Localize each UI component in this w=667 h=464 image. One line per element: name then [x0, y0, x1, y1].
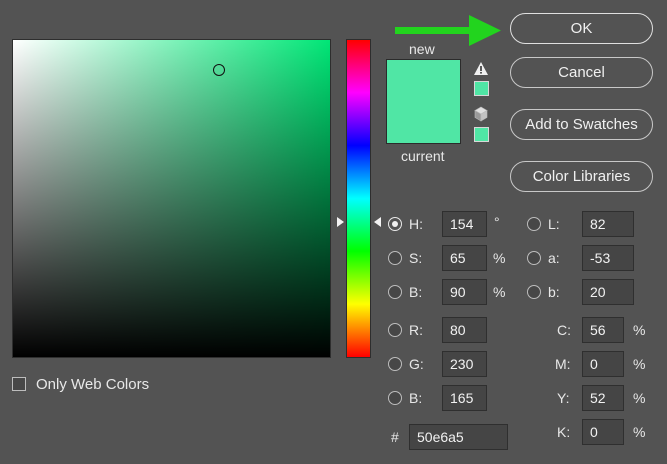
hue-slider-handle-left[interactable]	[337, 217, 344, 227]
black-unit: %	[633, 424, 646, 440]
red-input[interactable]: 80	[442, 317, 487, 343]
lab-a-input[interactable]: -53	[582, 245, 634, 271]
hue-slider-handle-right[interactable]	[374, 217, 381, 227]
lab-b-input[interactable]: 20	[582, 279, 634, 305]
web-safe-cube-icon[interactable]	[473, 106, 489, 125]
blue-input[interactable]: 165	[442, 385, 487, 411]
hue-slider[interactable]	[346, 39, 371, 358]
green-label: G:	[409, 356, 424, 372]
green-input[interactable]: 230	[442, 351, 487, 377]
add-to-swatches-button[interactable]: Add to Swatches	[510, 109, 653, 140]
out-of-gamut-warning-icon[interactable]	[473, 61, 489, 79]
lab-a-radio[interactable]	[527, 251, 541, 265]
hue-unit: °	[494, 214, 500, 230]
current-color-label: current	[401, 148, 445, 164]
lab-l-input[interactable]: 82	[582, 211, 634, 237]
green-radio[interactable]	[388, 357, 402, 371]
yellow-input[interactable]: 52	[582, 385, 624, 411]
web-safe-correction-swatch[interactable]	[474, 127, 489, 142]
hex-label: #	[391, 429, 399, 445]
yellow-label: Y:	[557, 390, 570, 406]
gamut-correction-swatch[interactable]	[474, 81, 489, 96]
blue-radio[interactable]	[388, 391, 402, 405]
cancel-button[interactable]: Cancel	[510, 57, 653, 88]
saturation-unit: %	[493, 250, 506, 266]
hue-radio[interactable]	[388, 217, 402, 231]
lab-l-radio[interactable]	[527, 217, 541, 231]
saturation-label: S:	[409, 250, 423, 266]
magenta-label: M:	[555, 356, 571, 372]
green-arrow-annotation	[395, 14, 505, 51]
saturation-radio[interactable]	[388, 251, 402, 265]
color-libraries-button[interactable]: Color Libraries	[510, 161, 653, 192]
magenta-input[interactable]: 0	[582, 351, 624, 377]
magenta-unit: %	[633, 356, 646, 372]
lab-a-label: a:	[548, 250, 560, 266]
hue-input[interactable]: 154	[442, 211, 487, 237]
brightness-input[interactable]: 90	[442, 279, 487, 305]
cyan-unit: %	[633, 322, 646, 338]
cyan-input[interactable]: 56	[582, 317, 624, 343]
brightness-label: B:	[409, 284, 423, 300]
blue-label: B:	[409, 390, 423, 406]
only-web-colors-checkbox[interactable]	[12, 377, 26, 391]
brightness-radio[interactable]	[388, 285, 402, 299]
color-picker-cursor[interactable]	[213, 64, 225, 76]
red-label: R:	[409, 322, 423, 338]
color-field[interactable]	[12, 39, 331, 358]
lab-b-label: b:	[548, 284, 560, 300]
hue-label: H:	[409, 216, 423, 232]
brightness-unit: %	[493, 284, 506, 300]
color-preview-swatch	[386, 59, 461, 144]
yellow-unit: %	[633, 390, 646, 406]
lab-b-radio[interactable]	[527, 285, 541, 299]
lab-l-label: L:	[548, 216, 560, 232]
only-web-colors-label: Only Web Colors	[36, 376, 150, 393]
red-radio[interactable]	[388, 323, 402, 337]
black-input[interactable]: 0	[582, 419, 624, 445]
ok-button[interactable]: OK	[510, 13, 653, 44]
black-label: K:	[557, 424, 571, 440]
hex-input[interactable]: 50e6a5	[409, 424, 508, 450]
cyan-label: C:	[557, 322, 571, 338]
saturation-input[interactable]: 65	[442, 245, 487, 271]
